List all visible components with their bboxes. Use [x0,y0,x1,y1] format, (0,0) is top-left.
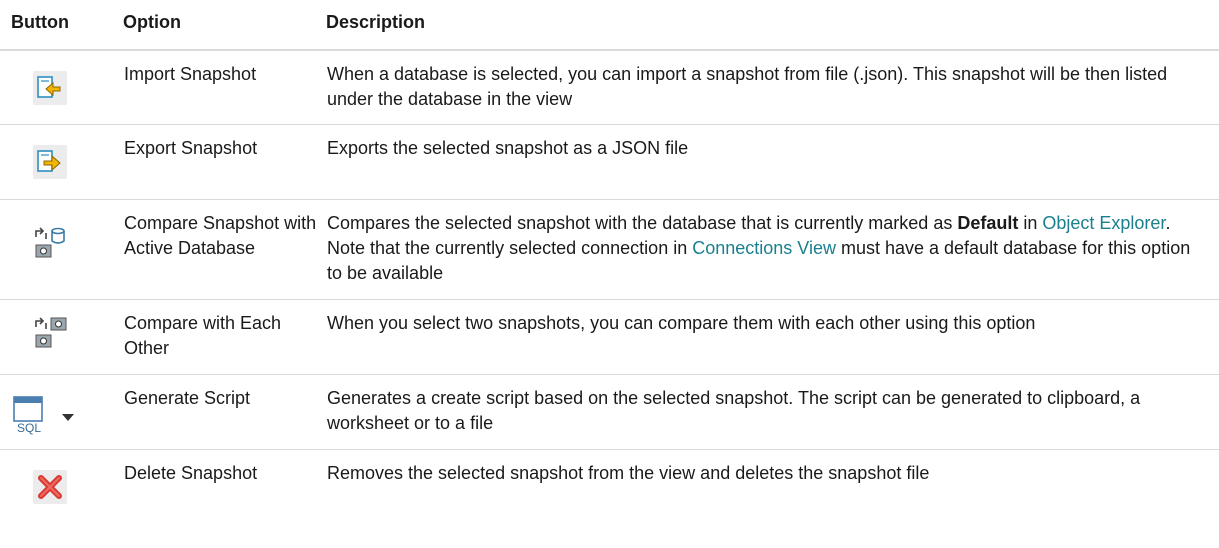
table-row: Import Snapshot When a database is selec… [0,51,1219,125]
compare-snapshot-database-icon[interactable] [33,225,69,266]
table-row: Export Snapshot Exports the selected sna… [0,125,1219,200]
option-label: Compare with Each Other [124,313,282,358]
export-snapshot-icon[interactable] [33,145,67,184]
table-row: SQL Generate Script Generates a create s… [0,375,1219,450]
table-row: Compare with Each Other When you select … [0,300,1219,375]
import-snapshot-icon[interactable] [33,71,67,110]
table-row: Delete Snapshot Removes the selected sna… [0,450,1219,548]
compare-snapshots-icon[interactable] [33,315,69,356]
table-header-row: Button Option Description [0,0,1219,51]
header-button: Button [11,12,69,32]
option-description: Generates a create script based on the s… [327,388,1141,433]
option-description: Compares the selected snapshot with the … [327,211,1207,286]
option-label: Generate Script [124,388,251,408]
option-description: When you select two snapshots, you can c… [327,313,1036,333]
sql-label: SQL [17,421,41,435]
option-label: Export Snapshot [124,138,258,158]
option-description: Removes the selected snapshot from the v… [327,463,930,483]
option-label: Import Snapshot [124,64,257,84]
description-text: Compares the selected snapshot with the … [327,213,958,233]
header-description: Description [326,12,426,32]
table-row: Compare Snapshot with Active Database Co… [0,200,1219,300]
description-text: in [1018,213,1043,233]
connections-view-link[interactable]: Connections View [692,238,836,258]
option-label: Delete Snapshot [124,463,258,483]
header-option: Option [123,12,181,32]
option-description: When a database is selected, you can imp… [327,64,1168,109]
object-explorer-link[interactable]: Object Explorer [1042,213,1165,233]
default-keyword: Default [957,213,1019,233]
chevron-down-icon[interactable] [61,407,75,428]
delete-icon[interactable] [33,470,67,509]
option-description: Exports the selected snapshot as a JSON … [327,138,689,158]
option-label: Compare Snapshot with Active Database [124,213,317,258]
